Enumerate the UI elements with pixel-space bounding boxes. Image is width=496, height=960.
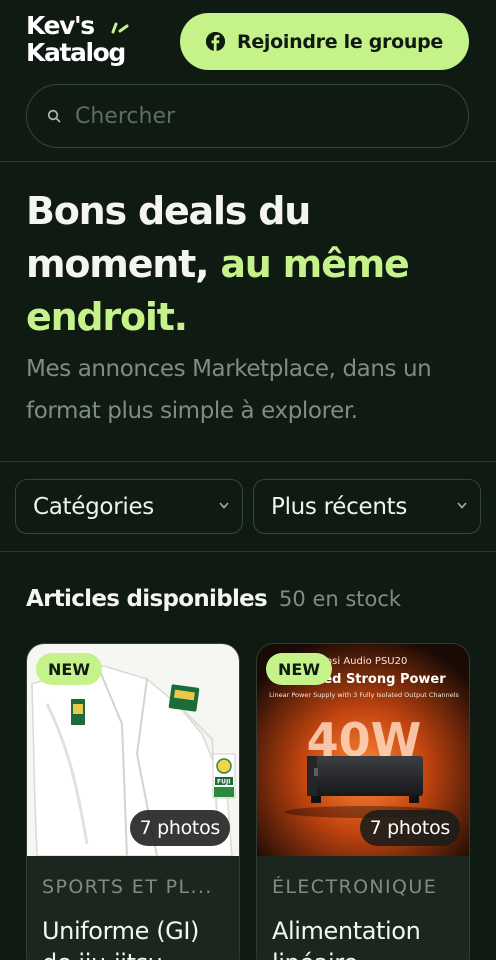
product-card[interactable]: Fosi Audio PSU20 Isolated Strong Power L… [256, 643, 470, 960]
product-category: ÉLECTRONIQUE [272, 876, 438, 898]
stock-count: 50 en stock [279, 587, 402, 611]
facebook-icon [206, 32, 226, 51]
product-title-line-2: linéaire [272, 947, 467, 960]
search-input[interactable] [75, 103, 435, 129]
search-icon [47, 109, 61, 123]
join-group-button[interactable]: Rejoindre le groupe [180, 13, 469, 70]
section-title: Articles disponibles [26, 586, 268, 612]
hero-title: Bons deals du moment, au même endroit. [26, 185, 476, 344]
filters-divider [0, 551, 496, 552]
product-title: Alimentation [272, 917, 421, 945]
header-divider [0, 161, 496, 162]
app-logo[interactable]: Kev's Katalog [26, 12, 146, 72]
product-card[interactable]: FUJI NEW 7 photos SPORTS ET PL... Unifor… [26, 643, 240, 960]
chevron-down-icon [457, 502, 467, 509]
section-header: Articles disponibles 50 en stock [26, 586, 401, 612]
sparkle-icon [111, 22, 129, 34]
product-category: SPORTS ET PL... [42, 876, 213, 898]
join-group-label: Rejoindre le groupe [237, 30, 443, 53]
product-title-line-2: de jiu-jitsu [42, 947, 237, 960]
product-title: Uniforme (GI) [42, 917, 199, 945]
category-filter-label: Catégories [33, 493, 154, 520]
hero-subtitle: Mes annonces Marketplace, dans un format… [26, 356, 432, 424]
sort-filter[interactable]: Plus récents [253, 479, 481, 534]
category-filter[interactable]: Catégories [15, 479, 243, 534]
chevron-down-icon [219, 502, 229, 509]
photo-count-badge: 7 photos [359, 810, 460, 846]
gi-brand-label: FUJI [217, 779, 230, 786]
search-bar[interactable] [26, 84, 469, 148]
new-badge: NEW [266, 653, 332, 685]
logo-line-2: Katalog [26, 38, 126, 67]
photo-count-badge: 7 photos [129, 810, 230, 846]
psu-brand-text: Fosi Audio PSU20 [321, 656, 408, 667]
sort-filter-label: Plus récents [271, 493, 408, 520]
psu-tagline-text: Linear Power Supply with 3 Fully Isolate… [269, 691, 459, 699]
new-badge: NEW [36, 653, 102, 685]
hero-divider [0, 461, 496, 462]
